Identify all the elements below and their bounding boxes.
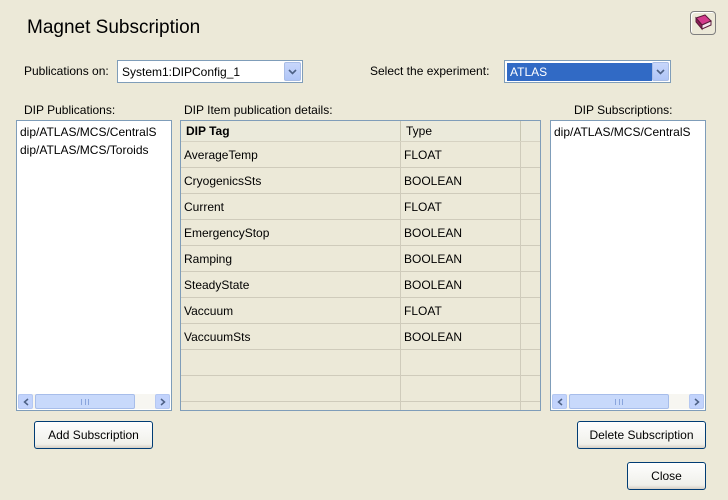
table-row[interactable]: VaccuumSts BOOLEAN: [181, 324, 540, 350]
add-subscription-button[interactable]: Add Subscription: [34, 421, 153, 449]
grip-icon: [81, 398, 89, 405]
list-item[interactable]: dip/ATLAS/MCS/CentralS: [551, 123, 705, 141]
cell-type: BOOLEAN: [401, 324, 521, 349]
list-item[interactable]: dip/ATLAS/MCS/Toroids: [17, 141, 171, 159]
publications-on-value: System1:DIPConfig_1: [122, 64, 241, 79]
cell-type: FLOAT: [401, 298, 521, 323]
table-row[interactable]: AverageTemp FLOAT: [181, 142, 540, 168]
table-header: DIP Tag Type: [181, 121, 540, 142]
cell-dip-tag: Ramping: [181, 246, 401, 271]
scrollbar-track[interactable]: [567, 394, 689, 409]
cell-dip-tag: SteadyState: [181, 272, 401, 297]
dip-subscriptions-label: DIP Subscriptions:: [574, 103, 673, 117]
horizontal-scrollbar[interactable]: [18, 394, 170, 409]
close-button[interactable]: Close: [627, 462, 706, 490]
dip-subscriptions-list[interactable]: dip/ATLAS/MCS/CentralS: [550, 120, 706, 411]
arrow-right-icon[interactable]: [689, 394, 704, 409]
table-body: AverageTemp FLOAT CryogenicsSts BOOLEAN Curr…: [181, 142, 540, 410]
dialog-title: Magnet Subscription: [27, 17, 201, 38]
grip-icon: [615, 398, 623, 405]
arrow-left-icon[interactable]: [552, 394, 567, 409]
cell-type: BOOLEAN: [401, 246, 521, 271]
table-row[interactable]: SteadyState BOOLEAN: [181, 272, 540, 298]
table-row[interactable]: [181, 402, 540, 410]
cell-type: FLOAT: [401, 142, 521, 167]
scrollbar-thumb[interactable]: [569, 394, 669, 409]
cell-dip-tag: AverageTemp: [181, 142, 401, 167]
column-header-dip-tag[interactable]: DIP Tag: [181, 121, 401, 141]
cell-type: [401, 402, 521, 410]
cell-dip-tag: VaccuumSts: [181, 324, 401, 349]
cell-dip-tag: [181, 402, 401, 410]
cell-dip-tag: Current: [181, 194, 401, 219]
experiment-select[interactable]: ATLAS: [504, 60, 671, 83]
cell-type: [401, 350, 521, 375]
table-row[interactable]: Current FLOAT: [181, 194, 540, 220]
table-row[interactable]: CryogenicsSts BOOLEAN: [181, 168, 540, 194]
cell-type: FLOAT: [401, 194, 521, 219]
chevron-down-icon[interactable]: [652, 62, 669, 81]
publications-on-label: Publications on:: [24, 64, 109, 78]
scrollbar-track[interactable]: [33, 394, 155, 409]
dip-publications-label: DIP Publications:: [24, 103, 116, 117]
table-row[interactable]: Vaccuum FLOAT: [181, 298, 540, 324]
table-row[interactable]: [181, 376, 540, 402]
experiment-label: Select the experiment:: [370, 64, 490, 78]
dip-publications-list[interactable]: dip/ATLAS/MCS/CentralS dip/ATLAS/MCS/Tor…: [16, 120, 172, 411]
cell-type: BOOLEAN: [401, 272, 521, 297]
scrollbar-thumb[interactable]: [35, 394, 135, 409]
cell-type: BOOLEAN: [401, 168, 521, 193]
cell-dip-tag: [181, 350, 401, 375]
cell-dip-tag: CryogenicsSts: [181, 168, 401, 193]
list-item[interactable]: dip/ATLAS/MCS/CentralS: [17, 123, 171, 141]
cell-type: [401, 376, 521, 401]
table-row[interactable]: EmergencyStop BOOLEAN: [181, 220, 540, 246]
table-row[interactable]: Ramping BOOLEAN: [181, 246, 540, 272]
column-header-type[interactable]: Type: [401, 121, 521, 141]
help-book-icon: [695, 14, 712, 31]
cell-dip-tag: Vaccuum: [181, 298, 401, 323]
arrow-left-icon[interactable]: [18, 394, 33, 409]
details-label: DIP Item publication details:: [184, 103, 333, 117]
table-row[interactable]: [181, 350, 540, 376]
experiment-value: ATLAS: [507, 62, 652, 81]
help-button[interactable]: [690, 11, 716, 35]
cell-dip-tag: EmergencyStop: [181, 220, 401, 245]
publications-on-select[interactable]: System1:DIPConfig_1: [117, 60, 303, 83]
arrow-right-icon[interactable]: [155, 394, 170, 409]
horizontal-scrollbar[interactable]: [552, 394, 704, 409]
delete-subscription-button[interactable]: Delete Subscription: [577, 421, 706, 449]
chevron-down-icon[interactable]: [284, 62, 301, 81]
details-table: DIP Tag Type AverageTemp FLOAT CryogenicsS…: [180, 120, 541, 411]
cell-dip-tag: [181, 376, 401, 401]
cell-type: BOOLEAN: [401, 220, 521, 245]
